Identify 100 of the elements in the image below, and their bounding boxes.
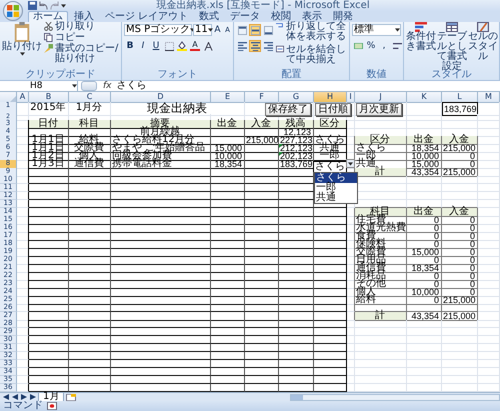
sheet-button[interactable]: 月次更新 — [356, 103, 402, 116]
number-format-field[interactable]: 標準 — [352, 24, 401, 36]
ribbon-tab[interactable]: ホーム — [28, 11, 68, 22]
align-button[interactable] — [249, 40, 261, 52]
column-header[interactable]: D — [111, 92, 211, 103]
column-header[interactable]: A — [17, 92, 29, 103]
column-header[interactable]: E — [211, 92, 245, 103]
ribbon-tab[interactable]: 開発 — [328, 11, 358, 22]
empty-cell — [279, 224, 314, 233]
dropdown-option[interactable]: さくら — [315, 173, 357, 183]
comma-button[interactable]: , — [378, 40, 390, 52]
empty-cell — [314, 240, 347, 249]
horizontal-scrollbar[interactable] — [290, 394, 500, 400]
copy-button[interactable]: コピー — [44, 33, 119, 43]
ribbon-tab[interactable]: 校閲 — [266, 11, 296, 22]
format-painter-button[interactable]: 書式のコピー/貼り付け — [44, 44, 119, 64]
table-header: 計 — [355, 312, 407, 321]
table-header: 計 — [355, 168, 407, 177]
align-button[interactable] — [262, 24, 274, 36]
style-button[interactable]: 条件付き書式 — [406, 22, 436, 52]
font-name-field[interactable]: MS Pゴシック — [124, 24, 192, 36]
formula-field[interactable]: さくら — [114, 81, 500, 91]
table-cell: 1月2日 — [29, 152, 69, 161]
align-button[interactable] — [249, 24, 261, 36]
empty-cell — [211, 272, 245, 281]
empty-cell — [211, 264, 245, 273]
ribbon-tab[interactable]: 表示 — [297, 11, 328, 22]
status-text: コマンド — [3, 401, 43, 411]
empty-cell — [29, 168, 69, 177]
empty-cell — [69, 264, 111, 273]
grow-font-button[interactable]: A — [213, 24, 222, 36]
table-header: 入金 — [442, 208, 478, 217]
empty-cell — [245, 264, 279, 273]
active-cell[interactable]: さくら — [314, 161, 346, 172]
empty-cell — [245, 248, 279, 257]
align-button[interactable] — [236, 24, 248, 36]
column-header[interactable]: K — [407, 92, 442, 103]
sheet-nav-button[interactable] — [20, 393, 28, 401]
table-header: 出金 — [211, 120, 245, 129]
empty-cell — [211, 312, 245, 321]
column-header[interactable]: M — [478, 92, 500, 103]
empty-cell — [314, 296, 347, 305]
formula-bar-grip[interactable] — [81, 81, 97, 91]
merge-center-button[interactable]: セルを結合して中央揃え — [276, 45, 347, 65]
phonetic-button[interactable] — [202, 40, 214, 52]
style-button[interactable]: テーブルとして書式設定 — [437, 22, 467, 72]
record-macro-icon — [47, 402, 57, 410]
column-header[interactable]: C — [69, 92, 111, 103]
table-cell: 0 — [442, 272, 478, 281]
fill-color-button[interactable] — [176, 40, 188, 52]
scroll-thumb-icon — [291, 394, 303, 400]
group-label: スタイル — [430, 70, 472, 80]
sheet-nav-button[interactable] — [29, 393, 37, 401]
align-icon — [250, 26, 260, 34]
office-button[interactable] — [3, 1, 23, 21]
empty-cell — [245, 272, 279, 281]
dropdown-button[interactable] — [346, 159, 355, 168]
empty-cell — [69, 224, 111, 233]
insert-function-button[interactable]: fx — [100, 81, 114, 91]
empty-cell — [245, 152, 279, 161]
ribbon-tab[interactable]: 挿入 — [69, 11, 99, 22]
column-header[interactable]: H — [314, 92, 347, 103]
empty-cell — [69, 312, 111, 321]
ribbon-tab[interactable]: 数式 — [194, 11, 224, 22]
cut-button[interactable]: 切り取り — [44, 22, 119, 32]
font-size-field[interactable]: 11 — [193, 24, 212, 36]
font-color-button[interactable]: A — [189, 40, 201, 52]
border-icon — [164, 42, 174, 50]
empty-cell — [279, 288, 314, 297]
column-header[interactable]: L — [442, 92, 478, 103]
ribbon-tab[interactable]: ページ レイアウト — [100, 11, 194, 22]
cell-style-icon — [477, 22, 489, 32]
ribbon-tab[interactable]: データ — [225, 11, 266, 22]
sheet-nav-button[interactable] — [11, 393, 19, 401]
style-button[interactable]: セルのスタイル — [468, 22, 498, 62]
table-cell: 0 — [407, 240, 442, 249]
sheet-button[interactable]: 日付順 — [315, 103, 351, 116]
empty-cell — [69, 168, 111, 177]
underline-button[interactable]: U — [150, 40, 162, 52]
name-box-field[interactable]: H8 — [0, 81, 78, 91]
border-button[interactable] — [163, 40, 175, 52]
increase-decimal-button[interactable] — [391, 40, 403, 52]
empty-cell — [478, 152, 500, 161]
table-cell: 12,123 — [279, 128, 314, 137]
insert-sheet-button[interactable] — [65, 393, 78, 401]
table-cell: 10,000 — [407, 288, 442, 297]
paint-bucket-icon — [177, 41, 187, 51]
sheet-nav-button[interactable] — [2, 393, 10, 401]
wrap-text-button[interactable]: 折り返して全体を表示する — [276, 22, 347, 42]
align-button[interactable] — [236, 40, 248, 52]
paste-button[interactable]: 貼り付け — [2, 22, 42, 56]
column-header[interactable]: B — [29, 92, 69, 103]
align-button[interactable] — [262, 40, 274, 52]
bold-button[interactable]: B — [124, 40, 136, 52]
empty-cell — [211, 128, 245, 137]
table-cell: 18,354 — [407, 144, 442, 153]
percent-button[interactable]: % — [365, 40, 377, 52]
italic-button[interactable]: I — [137, 40, 149, 52]
sheet-button[interactable]: 保存終了 — [265, 103, 311, 116]
empty-cell — [211, 216, 245, 225]
